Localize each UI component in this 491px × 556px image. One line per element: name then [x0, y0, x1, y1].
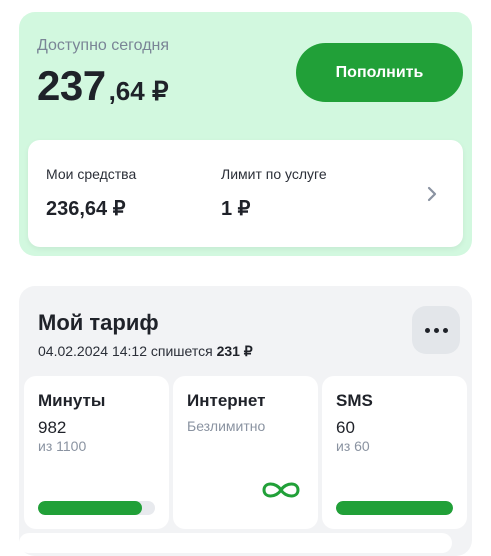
- minutes-title: Минуты: [38, 391, 106, 410]
- charge-date: 04.02.2024 14:12 спишется: [38, 343, 213, 359]
- my-funds-label: Мои средства: [46, 166, 137, 182]
- charge-amount: 231 ₽: [216, 343, 253, 359]
- more-dot: [442, 327, 448, 333]
- internet-unlimited: Безлимитно: [187, 418, 266, 434]
- sms-progress-fill: [336, 501, 453, 515]
- more-dots-icon: [424, 327, 430, 333]
- funds-card[interactable]: Мои средства 236,64 ₽ Лимит по услуге 1 …: [28, 140, 463, 247]
- sms-value: 60: [336, 418, 355, 437]
- infinity-icon: [262, 482, 300, 498]
- internet-title: Интернет: [187, 391, 266, 410]
- more-options-button[interactable]: [412, 306, 460, 354]
- minutes-progress: [38, 501, 155, 515]
- minutes-value: 982: [38, 418, 67, 437]
- minutes-tile[interactable]: Минуты 982 из 1100: [24, 376, 169, 529]
- balance-amount: 237,64 ₽: [37, 62, 169, 110]
- more-dot: [433, 327, 439, 333]
- service-limit: Лимит по услуге 1 ₽: [221, 166, 327, 221]
- balance-amount-decimal: ,64 ₽: [108, 76, 169, 106]
- minutes-total: из 1100: [38, 438, 87, 454]
- sms-total: из 60: [336, 438, 370, 454]
- topup-button[interactable]: Пополнить: [296, 43, 463, 102]
- chevron-right-icon[interactable]: [422, 184, 442, 204]
- service-limit-value: 1 ₽: [221, 198, 251, 220]
- sms-title: SMS: [336, 391, 373, 410]
- sms-progress: [336, 501, 453, 515]
- my-funds-value: 236,64 ₽: [46, 198, 126, 220]
- tariff-title: Мой тариф: [38, 310, 159, 335]
- balance-card: Доступно сегодня 237,64 ₽ Пополнить Мои …: [19, 12, 472, 256]
- service-limit-label: Лимит по услуге: [221, 166, 327, 182]
- next-card-edge: [19, 533, 452, 553]
- tariff-charge-info: 04.02.2024 14:12 спишется 231 ₽: [38, 343, 253, 360]
- balance-amount-integer: 237: [37, 62, 106, 109]
- sms-tile[interactable]: SMS 60 из 60: [322, 376, 467, 529]
- internet-tile[interactable]: Интернет Безлимитно: [173, 376, 318, 529]
- balance-label: Доступно сегодня: [37, 37, 170, 54]
- tariff-card: Мой тариф 04.02.2024 14:12 спишется 231 …: [19, 286, 472, 556]
- my-funds: Мои средства 236,64 ₽: [46, 166, 136, 221]
- minutes-progress-fill: [38, 501, 143, 515]
